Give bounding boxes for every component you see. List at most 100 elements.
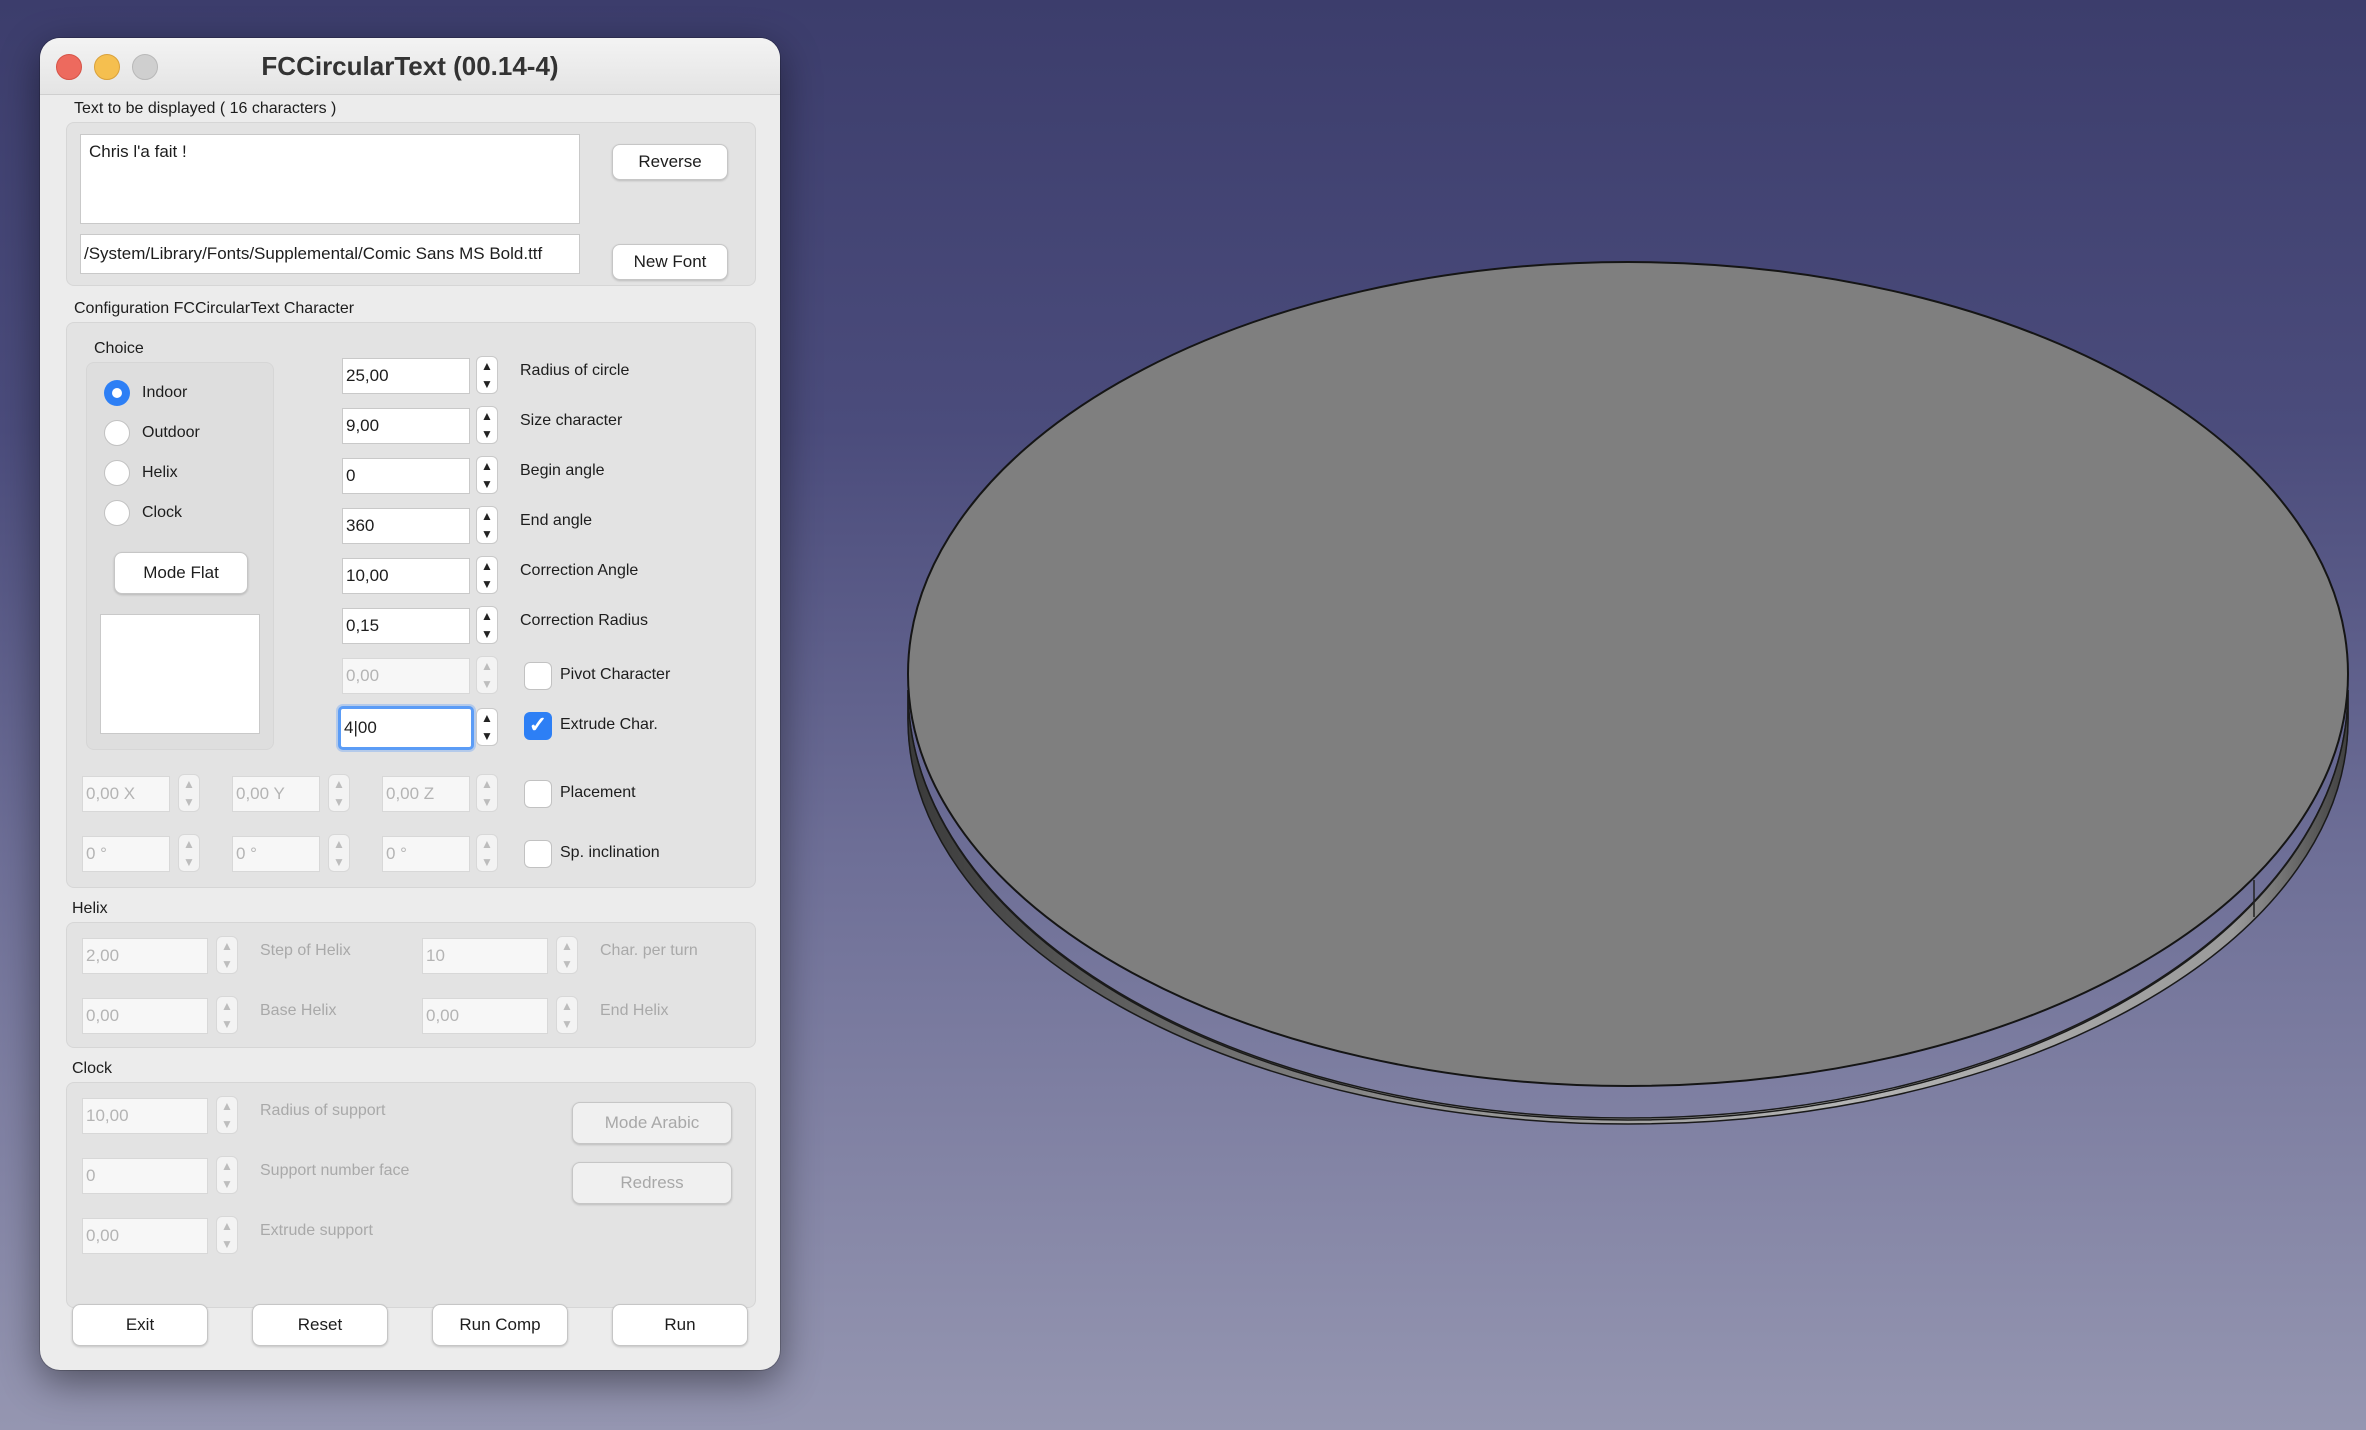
chevron-up-icon[interactable]: ▲ [477,557,497,575]
reverse-button[interactable]: Reverse [612,144,728,180]
correction-radius-input[interactable]: 0,15 [342,608,470,644]
extrude-support-spinner: ▲ ▼ [216,1216,238,1254]
run-button[interactable]: Run [612,1304,748,1346]
placement-x-input: 0,00 X [82,776,170,812]
inclination-b-input: 0 ° [232,836,320,872]
extrude-support-input: 0,00 [82,1218,208,1254]
extrude-char-label: Extrude Char. [560,716,658,733]
end-angle-spinner[interactable]: ▲ ▼ [476,506,498,544]
chevron-up-icon: ▲ [183,777,195,791]
chevron-down-icon: ▼ [561,957,573,971]
char-per-turn-input: 10 [422,938,548,974]
pivot-character-spinner: ▲ ▼ [476,656,498,694]
end-angle-input[interactable]: 360 [342,508,470,544]
radius-of-circle-spinner[interactable]: ▲ ▼ [476,356,498,394]
step-of-helix-label: Step of Helix [260,942,351,959]
new-font-button[interactable]: New Font [612,244,728,280]
chevron-down-icon: ▼ [481,795,493,809]
outdoor-label: Outdoor [142,424,200,441]
chevron-down-icon: ▼ [183,855,195,869]
end-helix-input: 0,00 [422,998,548,1034]
helix-radio[interactable] [104,460,130,486]
indoor-radio[interactable] [104,380,130,406]
chevron-down-icon: ▼ [183,795,195,809]
chevron-up-icon: ▲ [333,837,345,851]
chevron-down-icon[interactable]: ▼ [477,525,497,543]
inclination-c-input: 0 ° [382,836,470,872]
inclination-label: Sp. inclination [560,844,660,861]
chevron-up-icon: ▲ [481,777,493,791]
chevron-down-icon: ▼ [221,1237,233,1251]
font-path-field[interactable]: /System/Library/Fonts/Supplemental/Comic… [80,234,580,274]
chevron-up-icon[interactable]: ▲ [477,709,497,727]
title-bar[interactable]: FCCircularText (00.14-4) [40,38,780,95]
mode-flat-button[interactable]: Mode Flat [114,552,248,594]
redress-button: Redress [572,1162,732,1204]
extrude-char-spinner[interactable]: ▲ ▼ [476,708,498,746]
chevron-down-icon[interactable]: ▼ [477,475,497,493]
chevron-down-icon: ▼ [481,677,493,691]
inclination-checkbox[interactable] [524,840,552,868]
inclination-a-input: 0 ° [82,836,170,872]
chevron-up-icon: ▲ [221,1219,233,1233]
helix-group-label: Helix [72,900,108,917]
chevron-up-icon[interactable]: ▲ [477,607,497,625]
clock-radio[interactable] [104,500,130,526]
clock-label: Clock [142,504,183,521]
radius-of-support-spinner: ▲ ▼ [216,1096,238,1134]
helix-label: Helix [142,464,178,481]
end-helix-spinner: ▲ ▼ [556,996,578,1034]
chevron-up-icon: ▲ [481,837,493,851]
chevron-down-icon[interactable]: ▼ [477,575,497,593]
placement-checkbox[interactable] [524,780,552,808]
extrude-char-checkbox[interactable]: ✓ [524,712,552,740]
chevron-up-icon: ▲ [183,837,195,851]
placement-z-spinner: ▲ ▼ [476,774,498,812]
correction-angle-spinner[interactable]: ▲ ▼ [476,556,498,594]
chevron-up-icon[interactable]: ▲ [477,357,497,375]
correction-angle-label: Correction Angle [520,562,639,579]
chevron-up-icon: ▲ [221,1099,233,1113]
chevron-up-icon: ▲ [221,999,233,1013]
correction-radius-spinner[interactable]: ▲ ▼ [476,606,498,644]
chevron-up-icon[interactable]: ▲ [477,407,497,425]
pivot-character-checkbox[interactable] [524,662,552,690]
text-group-label: Text to be displayed ( 16 characters ) [74,100,337,117]
mode-arabic-button: Mode Arabic [572,1102,732,1144]
extrude-char-input[interactable]: 4|00 [338,706,474,750]
correction-angle-input[interactable]: 10,00 [342,558,470,594]
chevron-up-icon: ▲ [333,777,345,791]
placement-y-input: 0,00 Y [232,776,320,812]
support-number-face-input: 0 [82,1158,208,1194]
begin-angle-input[interactable]: 0 [342,458,470,494]
chevron-down-icon[interactable]: ▼ [477,727,497,745]
chevron-down-icon: ▼ [333,855,345,869]
chevron-up-icon[interactable]: ▲ [477,457,497,475]
placement-x-spinner: ▲ ▼ [178,774,200,812]
chevron-down-icon[interactable]: ▼ [477,425,497,443]
chevron-up-icon: ▲ [221,939,233,953]
text-input[interactable]: Chris l'a fait ! [80,134,580,224]
chevron-up-icon: ▲ [481,659,493,673]
disc-model[interactable] [907,261,2349,1125]
begin-angle-spinner[interactable]: ▲ ▼ [476,456,498,494]
chevron-down-icon: ▼ [221,1117,233,1131]
char-per-turn-label: Char. per turn [600,942,698,959]
chevron-up-icon: ▲ [561,939,573,953]
size-character-input[interactable]: 9,00 [342,408,470,444]
chevron-down-icon: ▼ [333,795,345,809]
step-of-helix-spinner: ▲ ▼ [216,936,238,974]
char-per-turn-spinner: ▲ ▼ [556,936,578,974]
reset-button[interactable]: Reset [252,1304,388,1346]
size-character-spinner[interactable]: ▲ ▼ [476,406,498,444]
chevron-down-icon: ▼ [221,1017,233,1031]
exit-button[interactable]: Exit [72,1304,208,1346]
radius-of-circle-input[interactable]: 25,00 [342,358,470,394]
outdoor-radio[interactable] [104,420,130,446]
inclination-c-spinner: ▲ ▼ [476,834,498,872]
chevron-down-icon[interactable]: ▼ [477,375,497,393]
chevron-up-icon[interactable]: ▲ [477,507,497,525]
run-comp-button[interactable]: Run Comp [432,1304,568,1346]
chevron-down-icon[interactable]: ▼ [477,625,497,643]
chevron-down-icon: ▼ [221,957,233,971]
